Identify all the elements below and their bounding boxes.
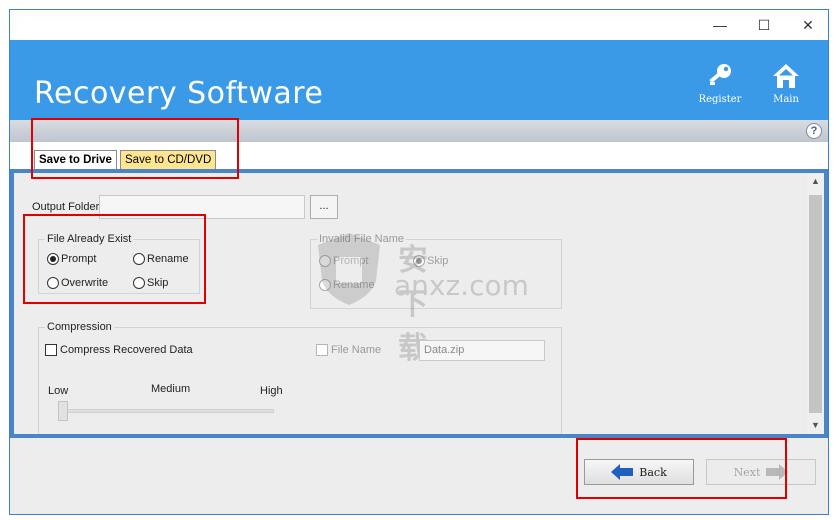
output-folder-label: Output Folder: [32, 201, 100, 213]
checkbox-box: [45, 344, 57, 356]
title-bar: — ☐ ✕: [10, 10, 828, 40]
compress-label: Compress Recovered Data: [60, 344, 193, 356]
level-high-label: High: [260, 385, 283, 397]
scroll-down-icon[interactable]: ▼: [807, 417, 824, 434]
app-title: Recovery Software: [34, 76, 324, 111]
main-label: Main: [773, 94, 799, 105]
radio-label: Skip: [427, 255, 449, 267]
watermark-url: anxz.com: [394, 269, 529, 302]
filename-input[interactable]: Data.zip: [419, 340, 545, 361]
highlight-box-tabs: [31, 118, 239, 179]
vertical-scrollbar[interactable]: ▲ ▼: [807, 173, 824, 434]
key-icon: [709, 64, 731, 85]
scroll-thumb[interactable]: [809, 195, 822, 413]
help-icon[interactable]: ?: [806, 123, 822, 139]
checkbox-box: [316, 344, 328, 356]
main-button[interactable]: Main: [758, 62, 814, 112]
compress-checkbox[interactable]: Compress Recovered Data: [45, 344, 193, 356]
filename-checkbox[interactable]: File Name: [316, 344, 381, 356]
scroll-up-icon[interactable]: ▲: [807, 173, 824, 190]
register-button[interactable]: Register: [692, 62, 748, 112]
watermark-shield-icon: [318, 233, 380, 305]
compression-title: Compression: [45, 321, 114, 333]
compression-slider-track[interactable]: [58, 409, 274, 413]
level-medium-label: Medium: [151, 383, 191, 395]
minimize-button[interactable]: —: [698, 12, 742, 38]
close-button[interactable]: ✕: [786, 12, 830, 38]
browse-button[interactable]: ...: [310, 195, 338, 219]
compression-slider-thumb[interactable]: [58, 401, 68, 421]
highlight-box-file-exist: [23, 214, 206, 304]
highlight-box-nav-buttons: [576, 438, 787, 499]
home-icon: [773, 64, 799, 88]
filename-label: File Name: [331, 344, 382, 356]
header-banner: Recovery Software Register Main: [10, 40, 828, 120]
register-label: Register: [698, 94, 742, 105]
maximize-button[interactable]: ☐: [742, 12, 786, 38]
watermark: 安下载 anxz.com: [314, 231, 529, 366]
level-low-label: Low: [48, 385, 69, 397]
